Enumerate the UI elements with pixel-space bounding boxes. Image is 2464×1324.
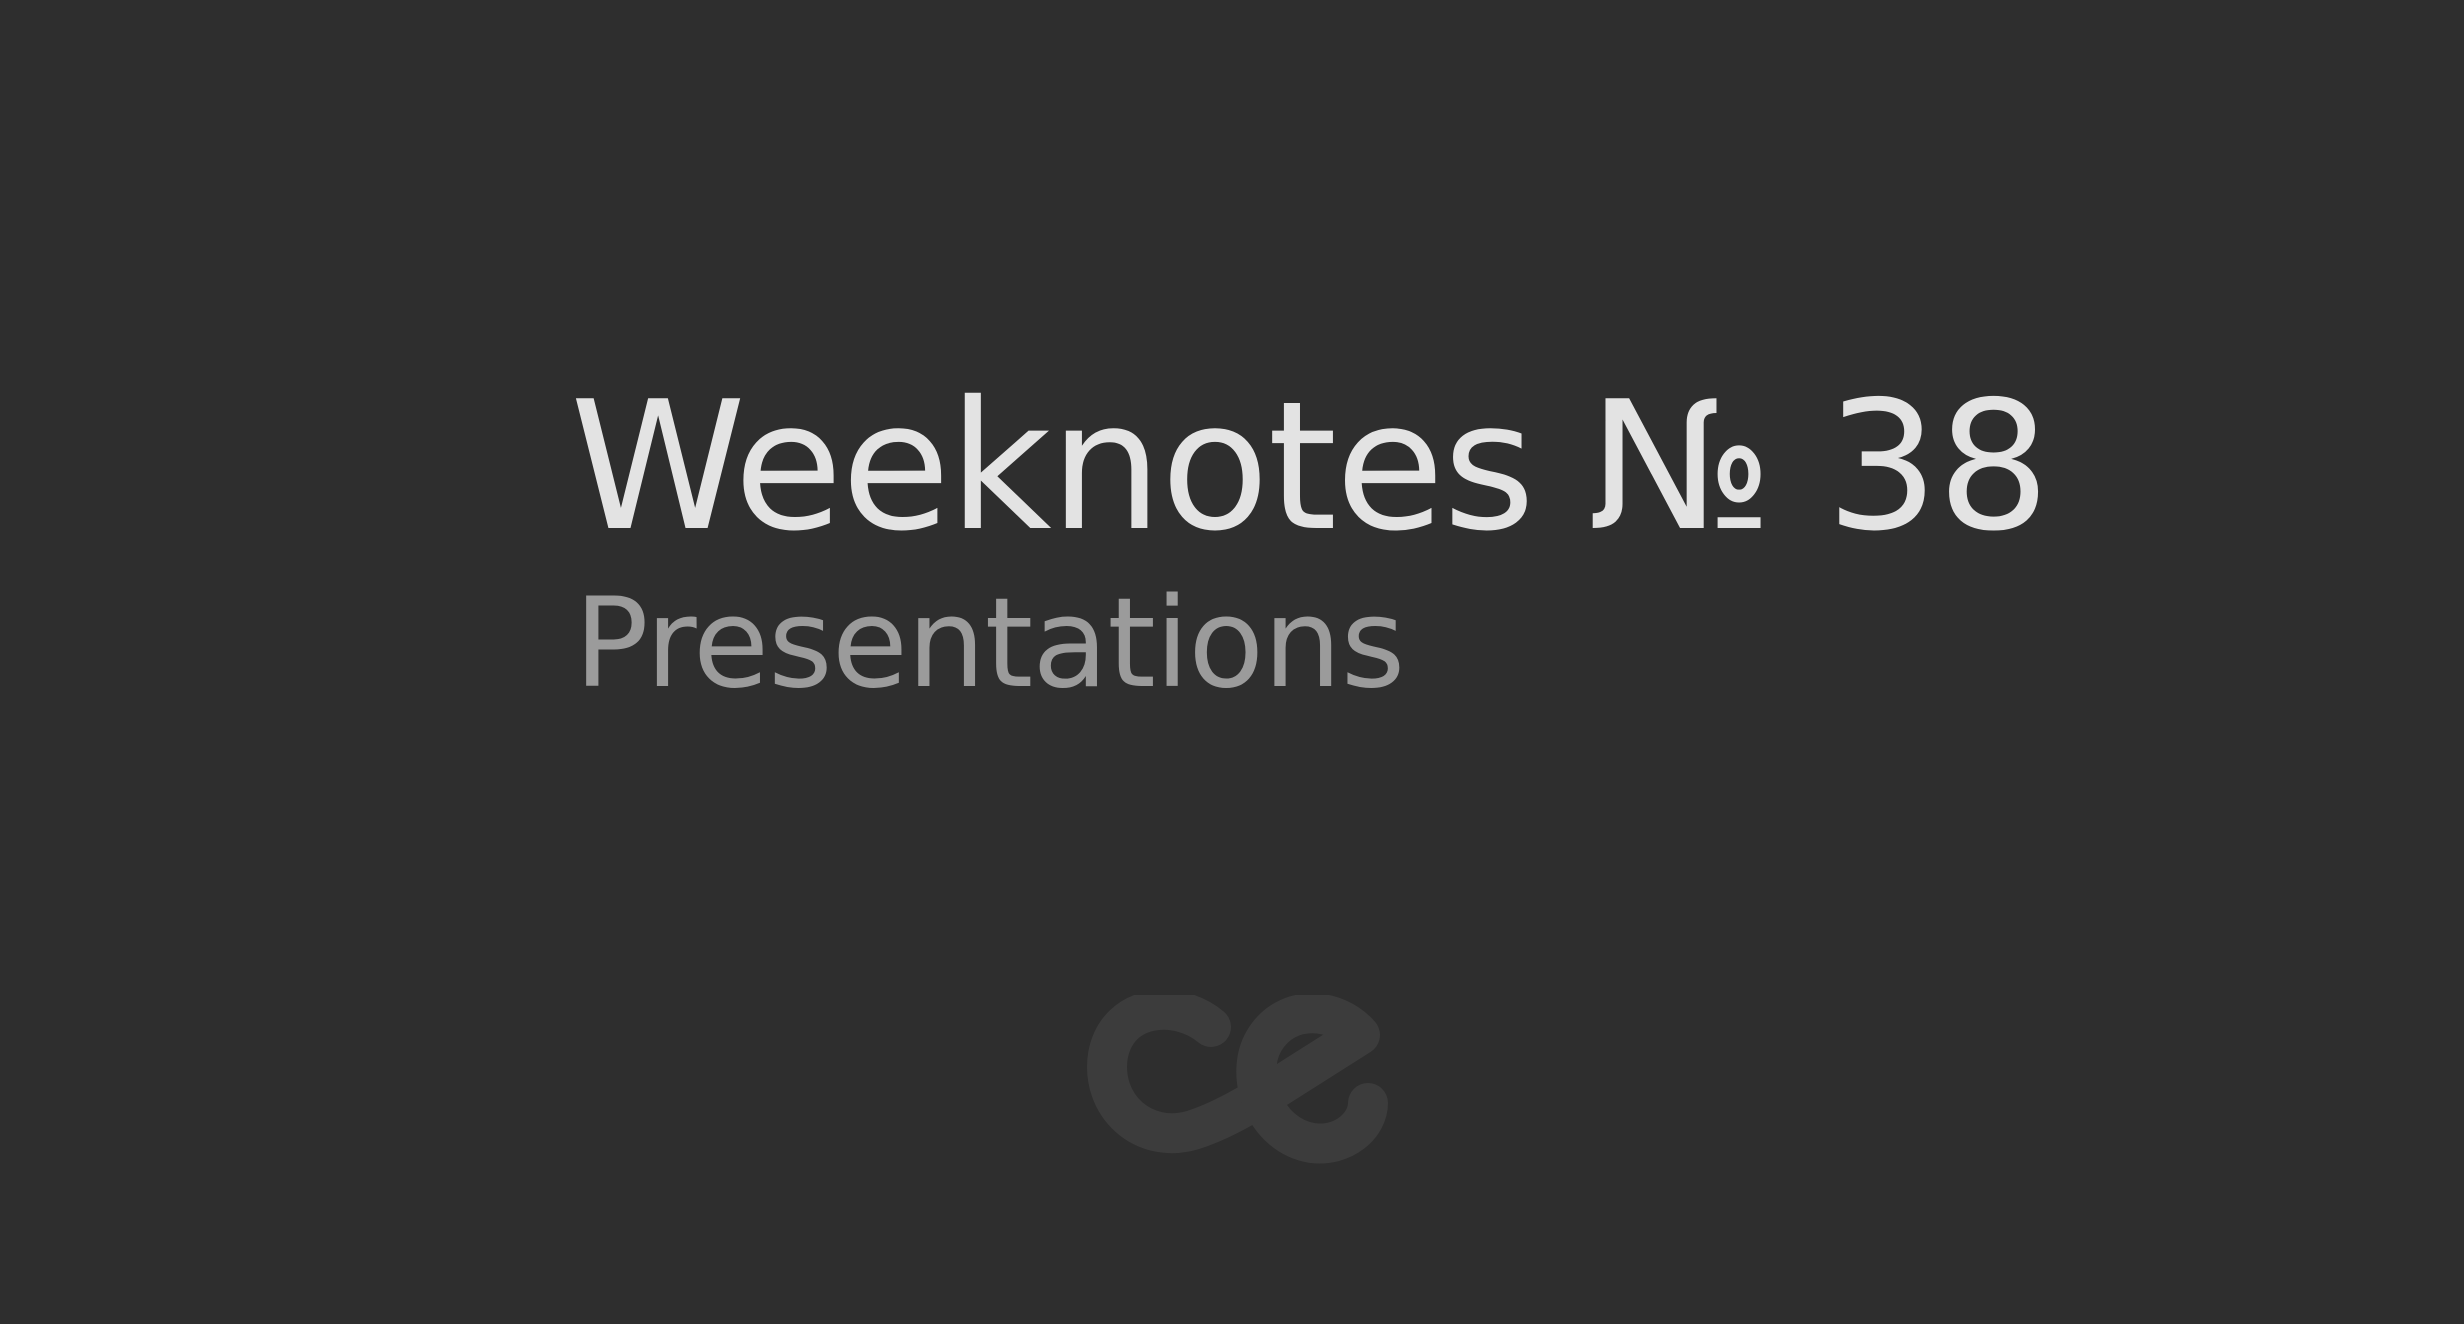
page-title: Weeknotes № 38 (570, 363, 2050, 570)
ce-logo-icon-graphic (1087, 995, 1388, 1164)
title-card: Weeknotes № 38 Presentations (0, 0, 2464, 1324)
title-block: Weeknotes № 38 Presentations (570, 363, 2170, 716)
logo-e-stroke (1236, 995, 1388, 1164)
page-subtitle: Presentations (574, 572, 1405, 716)
ce-logo-strokes (1087, 995, 1388, 1164)
ce-logo-icon (1068, 995, 1398, 1195)
